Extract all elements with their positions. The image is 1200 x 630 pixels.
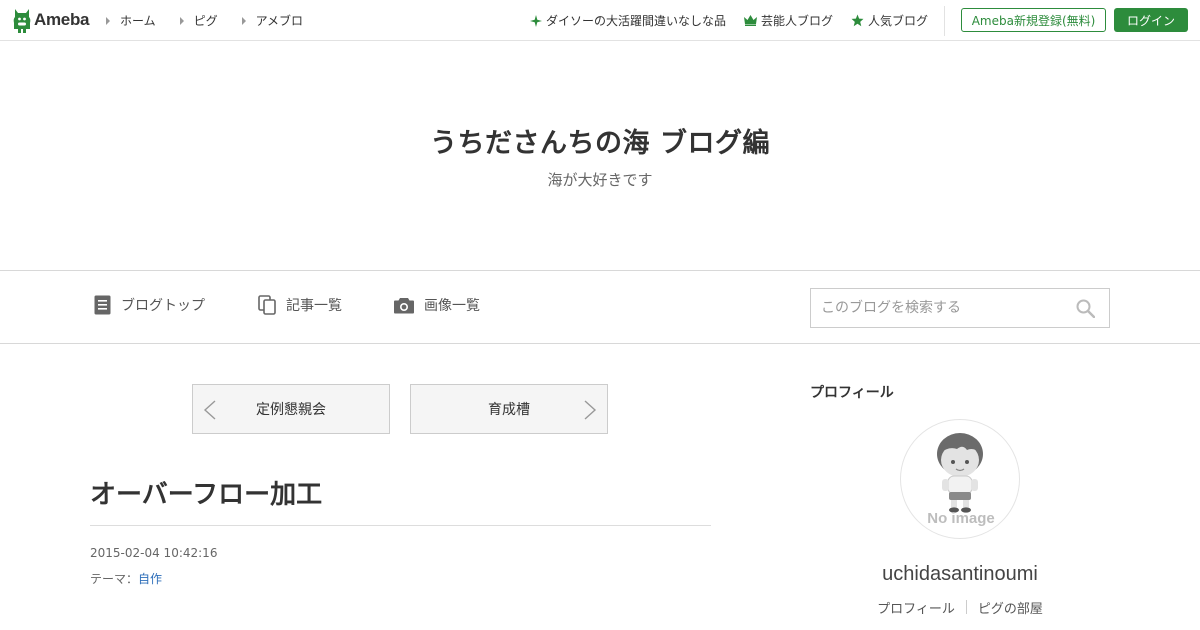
blog-title[interactable]: うちださんちの海 ブログ編 <box>0 121 1200 160</box>
document-icon <box>94 295 111 315</box>
arrow-right-icon <box>179 16 184 25</box>
star-icon <box>851 14 864 27</box>
chevron-right-icon <box>583 400 597 424</box>
global-nav-label: ホーム <box>120 14 156 28</box>
arrow-right-icon <box>106 16 110 25</box>
featured-link-label: 人気ブログ <box>867 14 928 28</box>
blog-nav-label: ブログトップ <box>121 298 205 314</box>
article-title[interactable]: オーバーフロー加工 <box>90 474 322 511</box>
logo-text: Ameba <box>34 10 90 29</box>
avatar[interactable]: No image <box>900 419 1020 539</box>
featured-link-celebrity[interactable]: 芸能人ブログ <box>743 12 833 29</box>
profile-username[interactable]: uchidasantinoumi <box>810 563 1110 586</box>
prev-entry-button[interactable]: 定例懇親会 <box>192 384 390 434</box>
blog-search-input[interactable] <box>811 289 1061 327</box>
article-theme-link[interactable]: 自作 <box>138 572 162 586</box>
blog-nav-entries[interactable]: 記事一覧 <box>258 295 342 315</box>
copy-icon <box>258 295 276 315</box>
register-button[interactable]: Ameba新規登録(無料) <box>961 8 1106 32</box>
next-entry-button[interactable]: 育成槽 <box>410 384 608 434</box>
global-nav-label: ピグ <box>193 14 218 28</box>
chevron-left-icon <box>203 400 217 424</box>
article-date: 2015-02-04 10:42:16 <box>90 546 218 560</box>
featured-link-popular[interactable]: 人気ブログ <box>851 12 928 29</box>
blog-nav-top[interactable]: ブログトップ <box>94 295 205 315</box>
no-image-label: No image <box>927 510 995 527</box>
login-button[interactable]: ログイン <box>1114 8 1188 32</box>
global-header: Ameba ホーム ピグ アメブロ ダイソーの大活躍間違いなしな品 芸能人ブログ <box>0 0 1200 41</box>
blog-description: 海が大好きです <box>547 171 653 189</box>
article-theme: テーマ：自作 <box>90 570 162 587</box>
blog-nav-label: 記事一覧 <box>286 298 342 314</box>
global-nav-label: アメブロ <box>255 14 304 28</box>
profile-heading: プロフィール <box>810 385 894 401</box>
ameba-logo[interactable]: Ameba <box>12 7 89 33</box>
sparkle-icon <box>529 14 542 27</box>
blog-nav: ブログトップ 記事一覧 画像一覧 <box>0 270 1200 344</box>
featured-link-daiso[interactable]: ダイソーの大活躍間違いなしな品 <box>529 12 726 29</box>
featured-links: ダイソーの大活躍間違いなしな品 芸能人ブログ 人気ブログ <box>512 12 928 29</box>
global-nav-pigg[interactable]: ピグ <box>179 12 218 29</box>
crown-icon <box>743 15 757 26</box>
profile-links: プロフィール ピグの部屋 <box>810 598 1110 617</box>
search-icon[interactable] <box>1076 299 1096 322</box>
blog-nav-label: 画像一覧 <box>424 298 480 314</box>
header-divider <box>944 6 945 36</box>
featured-link-label: 芸能人ブログ <box>760 14 833 28</box>
link-separator <box>965 600 967 614</box>
arrow-right-icon <box>241 16 246 25</box>
global-nav: ホーム ピグ アメブロ <box>106 12 327 29</box>
global-nav-home[interactable]: ホーム <box>106 12 156 29</box>
profile-link[interactable]: プロフィール <box>877 598 955 617</box>
prev-entry-label: 定例懇親会 <box>256 402 326 418</box>
article-divider <box>90 525 711 526</box>
blog-nav-images[interactable]: 画像一覧 <box>394 295 480 315</box>
camera-icon <box>394 297 414 314</box>
blog-search <box>810 288 1110 328</box>
pigg-room-link[interactable]: ピグの部屋 <box>978 598 1043 617</box>
ameba-mascot-icon <box>12 7 32 33</box>
article-theme-label: テーマ： <box>90 572 139 586</box>
featured-link-label: ダイソーの大活躍間違いなしな品 <box>545 14 726 28</box>
global-nav-ameblo[interactable]: アメブロ <box>241 12 304 29</box>
next-entry-label: 育成槽 <box>488 402 530 418</box>
blog-header: うちださんちの海 ブログ編 海が大好きです <box>0 41 1200 270</box>
